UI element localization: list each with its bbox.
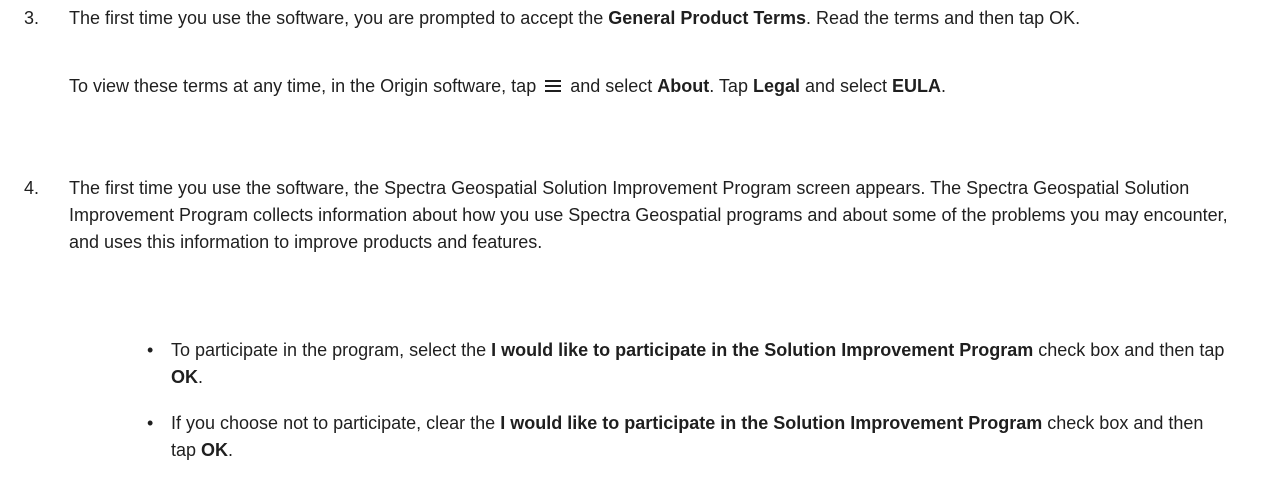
bullet-text: If you choose not to participate, clear … — [171, 410, 1231, 464]
menu-icon — [543, 79, 563, 93]
text-run: . — [228, 440, 234, 460]
text-run: . Tap — [709, 76, 753, 96]
text-run: To participate in the program, select th… — [171, 340, 492, 360]
step-number: 4. — [24, 178, 40, 198]
document-body: 3. The first time you use the software, … — [0, 0, 1270, 485]
bullet-icon: • — [147, 413, 154, 433]
general-product-terms-label: General Product Terms — [608, 8, 807, 28]
text-run: . — [198, 367, 204, 387]
text-run: To view these terms at any time, in the … — [69, 76, 542, 96]
text-run: and select — [799, 76, 893, 96]
text-run: If you choose not to participate, clear … — [171, 413, 501, 433]
ok-label: OK — [201, 440, 229, 460]
checkbox-label-reference: I would like to participate in the Solut… — [491, 340, 1034, 360]
step-3-instruction: The first time you use the software, you… — [69, 5, 1254, 32]
text-run: . Read the terms and then tap OK. — [806, 8, 1081, 28]
step-4-instruction: The first time you use the software, the… — [69, 178, 1228, 252]
about-label: About — [657, 76, 710, 96]
step-number: 3. — [24, 8, 40, 28]
text-run: check box and then tap — [1033, 340, 1225, 360]
text-run: and select — [565, 76, 658, 96]
checkbox-label-reference: I would like to participate in the Solut… — [500, 413, 1043, 433]
ok-label: OK — [171, 367, 198, 387]
legal-label: Legal — [752, 76, 800, 96]
step-3-note: To view these terms at any time, in the … — [69, 73, 1169, 100]
text-run: The first time you use the software, you… — [69, 8, 609, 28]
text-run: . — [941, 76, 947, 96]
eula-label: EULA — [892, 76, 942, 96]
bullet-text: To participate in the program, select th… — [171, 337, 1231, 391]
bullet-icon: • — [147, 340, 154, 360]
